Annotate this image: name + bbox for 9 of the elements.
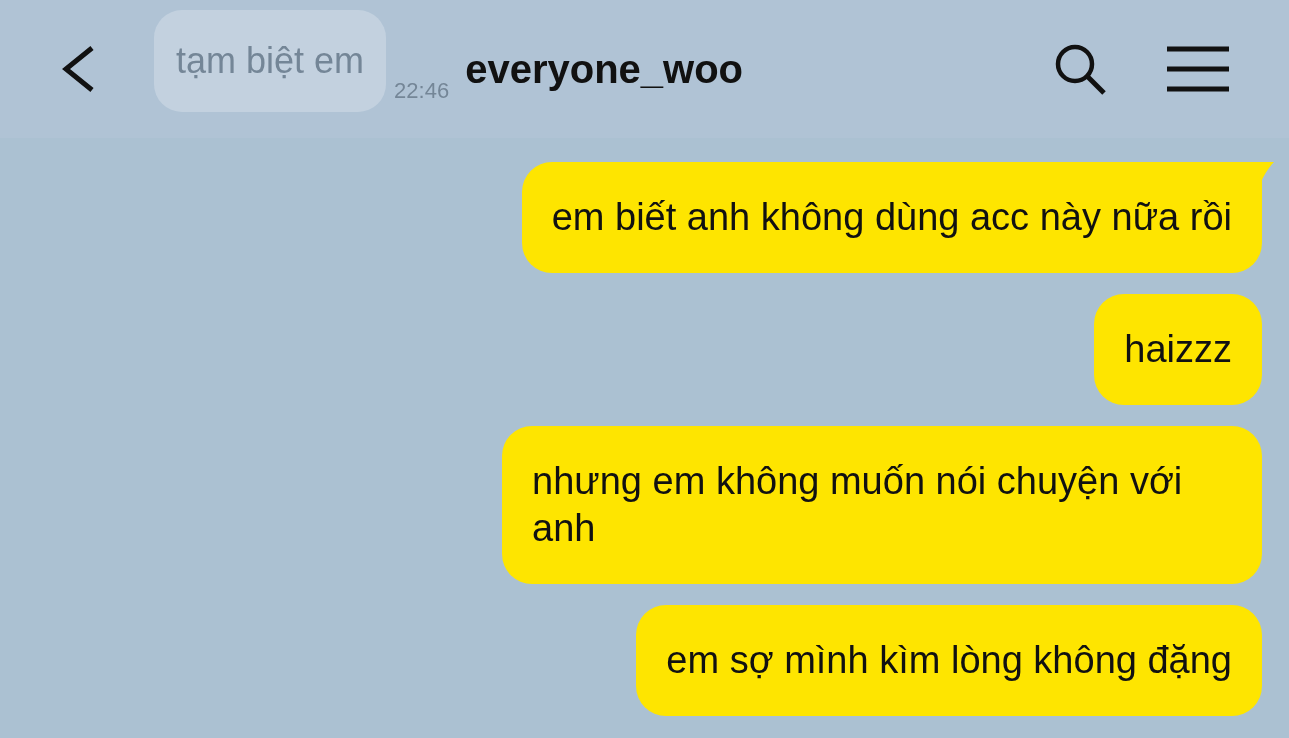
- search-icon[interactable]: [1053, 42, 1107, 96]
- back-icon[interactable]: [60, 45, 96, 93]
- message-time: 22:46: [394, 78, 450, 104]
- chat-title: everyone_woo: [465, 46, 744, 92]
- message-bubble: em sợ mình kìm lòng không đặng: [636, 605, 1262, 716]
- menu-icon[interactable]: [1167, 45, 1229, 93]
- message-bubble: nhưng em không muốn nói chuyện với anh: [502, 426, 1262, 584]
- message-bubble: haizzz: [1094, 294, 1262, 405]
- message-bubble: tạm biệt em: [154, 10, 387, 112]
